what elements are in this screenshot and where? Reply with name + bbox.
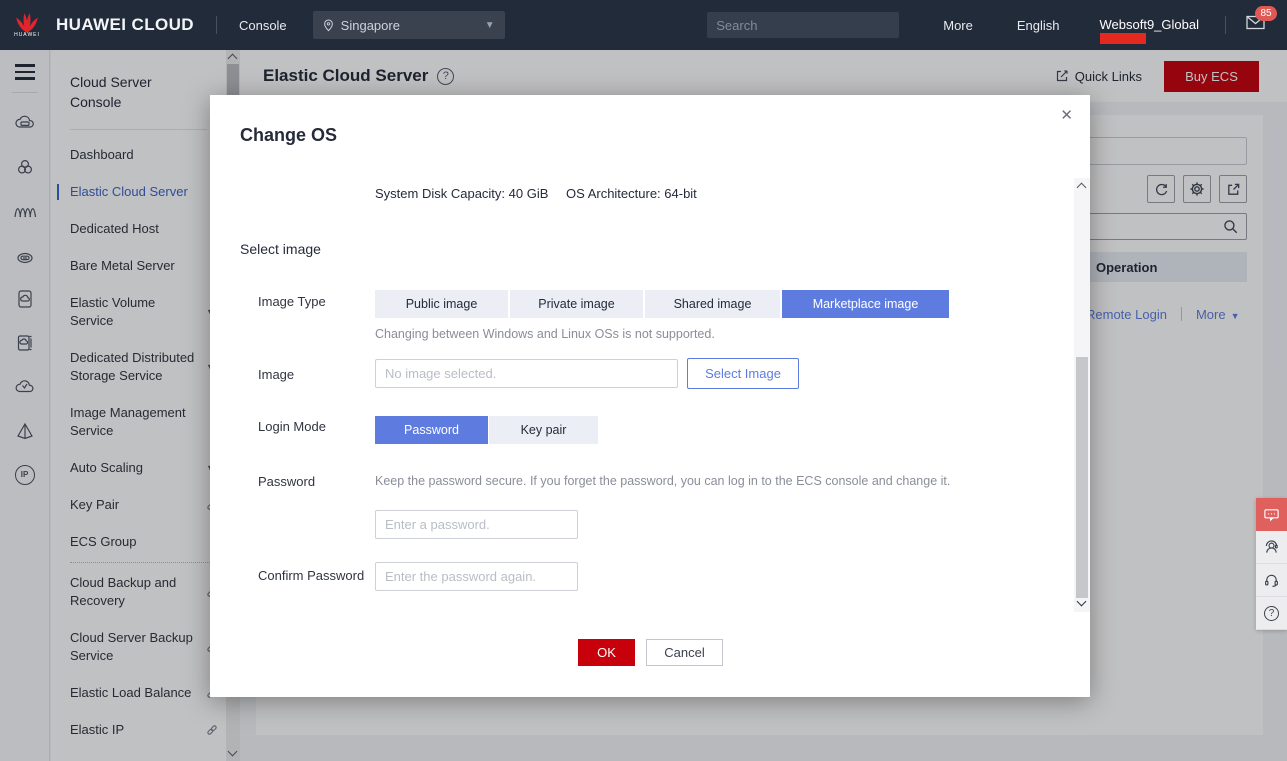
headset-icon [1263,572,1280,588]
cancel-button[interactable]: Cancel [646,639,723,666]
image-input[interactable] [375,359,678,388]
scroll-up-arrow-icon[interactable] [1077,183,1087,193]
message-count-badge: 85 [1255,6,1277,21]
divider [1225,16,1226,34]
support-agent-icon [1263,539,1280,555]
floating-toolbar: ? [1256,498,1287,630]
disk-info: System Disk Capacity: 40 GiB OS Architec… [375,186,697,201]
password-label: Password [258,474,315,489]
image-type-marketplace-button[interactable]: Marketplace image [782,290,949,318]
top-bar: HUAWEI HUAWEI CLOUD Console Singapore ▼ … [0,0,1287,50]
help-icon: ? [1264,606,1279,621]
feedback-icon [1263,507,1280,523]
system-disk-capacity: System Disk Capacity: 40 GiB [375,186,548,201]
select-image-button[interactable]: Select Image [687,358,799,389]
chevron-down-icon: ▼ [485,20,495,31]
login-mode-selector: Password Key pair [375,416,598,444]
scroll-down-arrow-icon[interactable] [1077,597,1087,607]
image-type-selector: Public image Private image Shared image … [375,290,949,318]
huawei-logo-text: HUAWEI [14,32,40,38]
os-change-note: Changing between Windows and Linux OSs i… [375,327,715,341]
brand-title: HUAWEI CLOUD [56,15,194,35]
support-agent-button[interactable] [1256,531,1287,564]
change-os-modal: ✕ Change OS System Disk Capacity: 40 GiB… [210,95,1090,697]
image-label: Image [258,367,294,382]
help-float-button[interactable]: ? [1256,597,1287,630]
password-input[interactable] [375,510,578,539]
huawei-logo-icon [14,12,40,34]
close-icon[interactable]: ✕ [1060,108,1073,123]
login-mode-label: Login Mode [258,419,326,434]
account-menu[interactable]: Websoft9_Global [1100,16,1200,34]
image-type-public-button[interactable]: Public image [375,290,508,318]
location-pin-icon [323,19,334,32]
login-mode-password-button[interactable]: Password [375,416,488,444]
username: Websoft9_Global [1100,17,1200,32]
console-link[interactable]: Console [239,18,287,33]
region-value: Singapore [341,18,400,33]
image-type-shared-button[interactable]: Shared image [645,290,780,318]
headset-button[interactable] [1256,564,1287,597]
global-search-input[interactable] [716,18,892,33]
modal-title: Change OS [240,125,337,146]
login-mode-keypair-button[interactable]: Key pair [489,416,598,444]
select-image-section-label: Select image [240,241,321,257]
ok-button[interactable]: OK [578,639,635,666]
password-hint: Keep the password secure. If you forget … [375,474,950,488]
redacted-account-id [1100,33,1146,44]
huawei-logo[interactable]: HUAWEI [10,12,44,38]
messages-button[interactable]: 85 [1246,15,1265,35]
region-selector[interactable]: Singapore ▼ [313,11,505,39]
confirm-password-label: Confirm Password [258,568,364,583]
image-type-label: Image Type [258,294,326,309]
language-selector[interactable]: English [1017,18,1060,33]
confirm-password-input[interactable] [375,562,578,591]
more-menu[interactable]: More [943,18,973,33]
modal-scrollbar[interactable] [1074,178,1090,612]
feedback-button[interactable] [1256,498,1287,531]
global-search[interactable] [707,12,899,38]
os-architecture: OS Architecture: 64-bit [566,186,697,201]
scrollbar-thumb[interactable] [1076,357,1088,598]
image-type-private-button[interactable]: Private image [510,290,643,318]
divider [216,16,217,34]
